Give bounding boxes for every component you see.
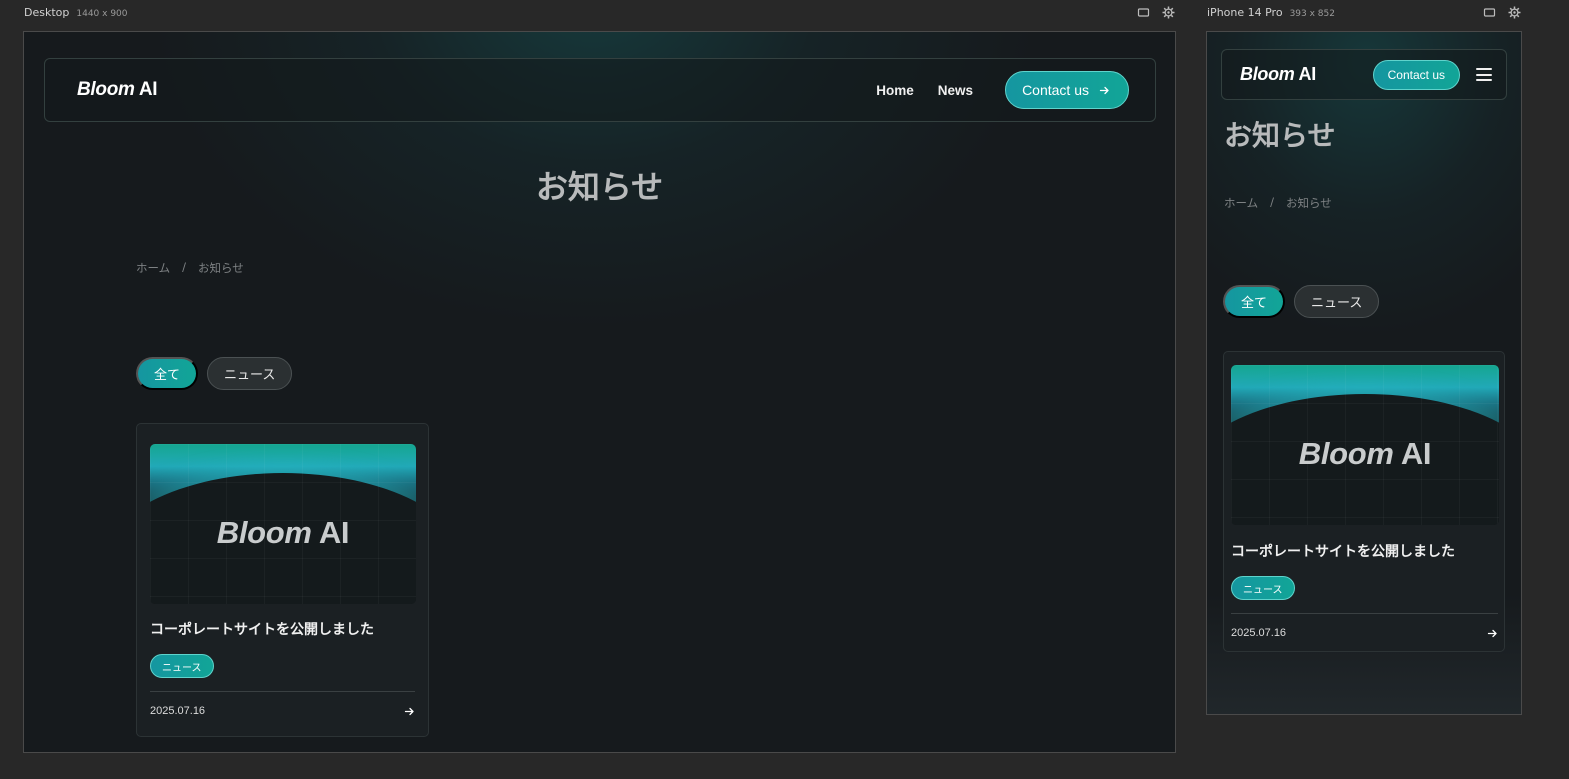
breadcrumb-home[interactable]: ホーム [136,260,170,276]
logo-word: Bloom [77,79,135,100]
mobile-frame-tools [1483,6,1521,19]
mobile-nav-actions: Contact us [1372,59,1492,90]
breadcrumb-home[interactable]: ホーム [1224,195,1258,211]
frame-dimensions: 1440 x 900 [76,9,128,19]
desktop-frame-label: Desktop 1440 x 900 [24,6,128,19]
breadcrumb-current: お知らせ [1286,196,1332,210]
filter-all[interactable]: 全て [136,357,199,390]
nav-link-home[interactable]: Home [876,83,914,98]
breadcrumb: ホーム / お知らせ [1224,195,1332,211]
mobile-frame-label: iPhone 14 Pro 393 x 852 [1207,6,1335,19]
thumbnail-logo-suffix: AI [311,515,350,550]
page-title: お知らせ [535,168,664,206]
mobile-viewport: Bloom AI Contact us お知らせ ホーム / お知らせ 全て ニ… [1206,31,1522,715]
frame-name: Desktop [24,6,70,19]
card-title: コーポレートサイトを公開しました [1231,544,1455,560]
logo-suffix: AI [134,79,158,100]
thumbnail-logo: Bloom AI [1299,436,1432,472]
desktop-frame-tools [1137,6,1175,19]
filter-all[interactable]: 全て [1223,285,1286,318]
site-navbar: Bloom AI Contact us [1221,49,1507,100]
category-filters: 全て ニュース [1223,285,1380,318]
site-logo[interactable]: Bloom AI [1240,64,1316,85]
device-frame-icon[interactable] [1137,6,1150,19]
logo-suffix: AI [1294,64,1317,84]
breadcrumb-current: お知らせ [198,261,244,275]
thumbnail-logo-suffix: AI [1393,436,1432,471]
gear-icon[interactable] [1508,6,1521,19]
main-nav: Home News Contact us [876,71,1129,109]
thumbnail-logo-word: Bloom [216,515,312,550]
thumbnail-logo: Bloom AI [217,515,350,551]
device-frame-icon[interactable] [1483,6,1496,19]
logo-word: Bloom [1240,64,1295,84]
filter-news[interactable]: ニュース [207,357,293,390]
filter-news[interactable]: ニュース [1294,285,1380,318]
news-card[interactable]: Bloom AI コーポレートサイトを公開しました ニュース 2025.07.1… [1223,351,1505,652]
news-card[interactable]: Bloom AI コーポレートサイトを公開しました ニュース 2025.07.1… [136,423,429,737]
card-footer: 2025.07.16 [150,691,415,730]
card-footer: 2025.07.16 [1231,613,1498,652]
contact-us-label: Contact us [1022,82,1089,98]
frame-dimensions: 393 x 852 [1289,9,1335,19]
frame-name: iPhone 14 Pro [1207,6,1283,19]
arrow-right-icon[interactable] [1487,628,1498,639]
card-thumbnail: Bloom AI [1231,365,1499,525]
contact-us-button[interactable]: Contact us [1372,59,1460,90]
arrow-right-icon [1099,86,1109,94]
site-logo[interactable]: Bloom AI [77,79,158,101]
card-tag: ニュース [150,654,214,678]
desktop-viewport: Bloom AI Home News Contact us お知らせ ホーム /… [23,31,1176,753]
site-navbar: Bloom AI Home News Contact us [44,58,1156,122]
card-date: 2025.07.16 [150,705,206,717]
breadcrumb-separator: / [182,260,187,274]
hamburger-menu-icon[interactable] [1476,68,1492,81]
arrow-right-icon[interactable] [404,706,415,717]
card-title: コーポレートサイトを公開しました [150,622,374,638]
contact-us-button[interactable]: Contact us [1005,71,1129,109]
gear-icon[interactable] [1162,6,1175,19]
breadcrumb-separator: / [1270,195,1275,209]
nav-link-news[interactable]: News [938,83,973,98]
card-tag: ニュース [1231,576,1295,600]
thumbnail-logo-word: Bloom [1298,436,1394,471]
contact-us-label: Contact us [1387,67,1445,82]
card-thumbnail: Bloom AI [150,444,416,604]
card-date: 2025.07.16 [1231,627,1287,639]
breadcrumb: ホーム / お知らせ [136,260,244,276]
category-filters: 全て ニュース [136,357,293,390]
page-title: お知らせ [1224,119,1336,152]
